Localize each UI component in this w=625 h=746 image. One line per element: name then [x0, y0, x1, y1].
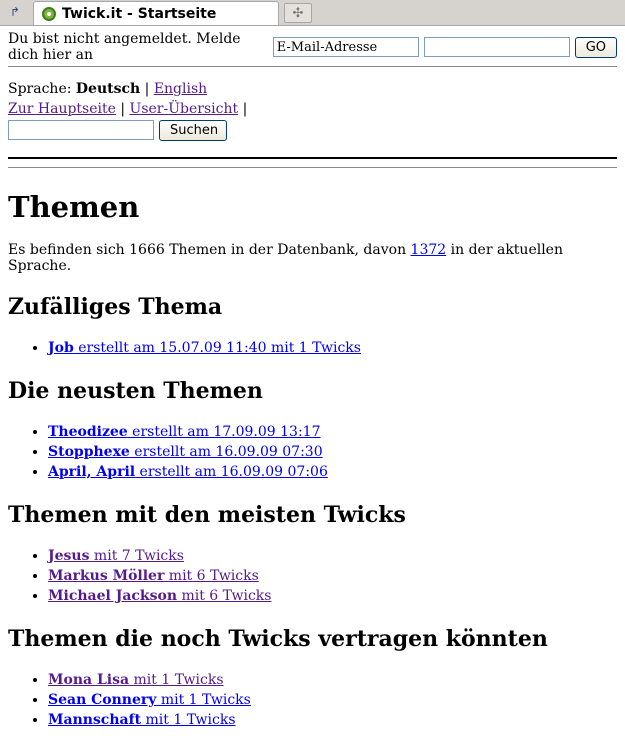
language-separator: |: [144, 81, 150, 97]
topic-link[interactable]: Stopphexe erstellt am 16.09.09 07:30: [48, 444, 323, 460]
header-divider: [8, 66, 617, 67]
language-current: Deutsch: [75, 81, 141, 97]
list-item: Mannschaft mit 1 Twicks: [48, 710, 617, 730]
list-item: Stopphexe erstellt am 16.09.09 07:30: [48, 442, 617, 462]
topic-meta: mit 1 Twicks: [141, 712, 236, 728]
list-item: Michael Jackson mit 6 Twicks: [48, 586, 617, 606]
newest-topic-list: Theodizee erstellt am 17.09.09 13:17 Stop…: [8, 422, 617, 482]
topic-name: Mannschaft: [48, 712, 142, 728]
topic-meta: mit 6 Twicks: [177, 588, 272, 604]
topic-link[interactable]: Theodizee erstellt am 17.09.09 13:17: [48, 424, 321, 440]
page-title: Themen: [8, 190, 140, 224]
email-field[interactable]: [272, 37, 419, 57]
search-input[interactable]: [8, 120, 154, 140]
twickit-favicon-icon: [42, 6, 56, 21]
section-heading-needing-twicks: Themen die noch Twicks vertragen könnten: [8, 626, 548, 652]
list-item: Theodizee erstellt am 17.09.09 13:17: [48, 422, 617, 442]
topic-meta: erstellt am 16.09.09 07:30: [129, 444, 323, 460]
tab-title: Twick.it - Startseite: [62, 5, 217, 22]
nav-separator: |: [120, 101, 126, 117]
topic-name: Job: [48, 340, 74, 356]
topic-link[interactable]: April, April erstellt am 16.09.09 07:06: [48, 464, 328, 480]
topic-meta: mit 6 Twicks: [164, 568, 259, 584]
topic-link[interactable]: Markus Möller mit 6 Twicks: [48, 568, 259, 584]
topic-meta: mit 1 Twicks: [156, 692, 251, 708]
language-label: Sprache:: [8, 81, 72, 97]
page-content: Du bist nicht angemeldet. Melde dich hie…: [0, 31, 625, 730]
topic-name: Markus Möller: [48, 568, 165, 584]
browser-tab-active[interactable]: Twick.it - Startseite: [33, 1, 279, 25]
topic-meta: erstellt am 17.09.09 13:17: [127, 424, 321, 440]
list-item: Jesus mit 7 Twicks: [48, 546, 617, 566]
login-go-button[interactable]: GO: [574, 36, 617, 58]
list-item: Sean Connery mit 1 Twicks: [48, 690, 617, 710]
topic-link[interactable]: Jesus mit 7 Twicks: [48, 548, 184, 564]
topic-link[interactable]: Job erstellt am 15.07.09 11:40 mit 1 Twi…: [48, 340, 361, 356]
search-bar: Suchen: [8, 119, 617, 141]
topic-name: Mona Lisa: [48, 672, 130, 688]
topic-meta: mit 7 Twicks: [89, 548, 184, 564]
topic-name: Stopphexe: [48, 444, 130, 460]
tab-scroll-icon[interactable]: ↱: [2, 2, 28, 22]
topic-meta: erstellt am 16.09.09 07:06: [135, 464, 328, 480]
topic-name: Jesus: [48, 548, 90, 564]
section-divider: [8, 157, 617, 168]
main-nav: Zur Hauptseite | User-Übersicht |: [8, 99, 617, 119]
topic-link[interactable]: Sean Connery mit 1 Twicks: [48, 692, 251, 708]
topic-name: Sean Connery: [48, 692, 157, 708]
language-link-english[interactable]: English: [154, 81, 207, 97]
list-item: Job erstellt am 15.07.09 11:40 mit 1 Twi…: [48, 338, 617, 358]
section-heading-most-twicks: Themen mit den meisten Twicks: [8, 502, 406, 528]
stats-text-before: Es befinden sich 1666 Themen in der Date…: [8, 242, 411, 258]
topic-name: Michael Jackson: [48, 588, 178, 604]
language-switcher: Sprache: Deutsch | English: [8, 79, 617, 99]
list-item: Mona Lisa mit 1 Twicks: [48, 670, 617, 690]
topic-stats: Es befinden sich 1666 Themen in der Date…: [8, 242, 617, 274]
password-field[interactable]: [423, 37, 570, 57]
search-button[interactable]: Suchen: [159, 119, 227, 141]
login-prompt: Du bist nicht angemeldet. Melde dich hie…: [8, 31, 241, 63]
topic-link[interactable]: Mona Lisa mit 1 Twicks: [48, 672, 224, 688]
topic-link[interactable]: Michael Jackson mit 6 Twicks: [48, 588, 271, 604]
topic-meta: erstellt am 15.07.09 11:40 mit 1 Twicks: [73, 340, 361, 356]
new-tab-button[interactable]: ✣: [284, 3, 312, 23]
nav-link-home[interactable]: Zur Hauptseite: [8, 101, 116, 117]
needing-twicks-topic-list: Mona Lisa mit 1 TwicksSean Connery mit 1…: [8, 670, 617, 730]
nav-separator: |: [242, 101, 248, 117]
topic-name: Theodizee: [48, 424, 128, 440]
stats-language-count-link[interactable]: 1372: [411, 242, 447, 258]
random-topic-list: Job erstellt am 15.07.09 11:40 mit 1 Twi…: [8, 338, 617, 358]
browser-tab-strip: ↱ Twick.it - Startseite ✣: [0, 0, 625, 26]
nav-link-users[interactable]: User-Übersicht: [130, 101, 239, 117]
topic-name: April, April: [48, 464, 136, 480]
list-item: April, April erstellt am 16.09.09 07:06: [48, 462, 617, 482]
section-heading-random: Zufälliges Thema: [8, 294, 223, 320]
section-heading-newest: Die neusten Themen: [8, 378, 263, 404]
most-twicks-topic-list: Jesus mit 7 Twicks Markus Möller mit 6 Tw…: [8, 546, 617, 606]
list-item: Markus Möller mit 6 Twicks: [48, 566, 617, 586]
topic-meta: mit 1 Twicks: [129, 672, 224, 688]
login-bar: Du bist nicht angemeldet. Melde dich hie…: [8, 31, 617, 63]
topic-link[interactable]: Mannschaft mit 1 Twicks: [48, 712, 236, 728]
